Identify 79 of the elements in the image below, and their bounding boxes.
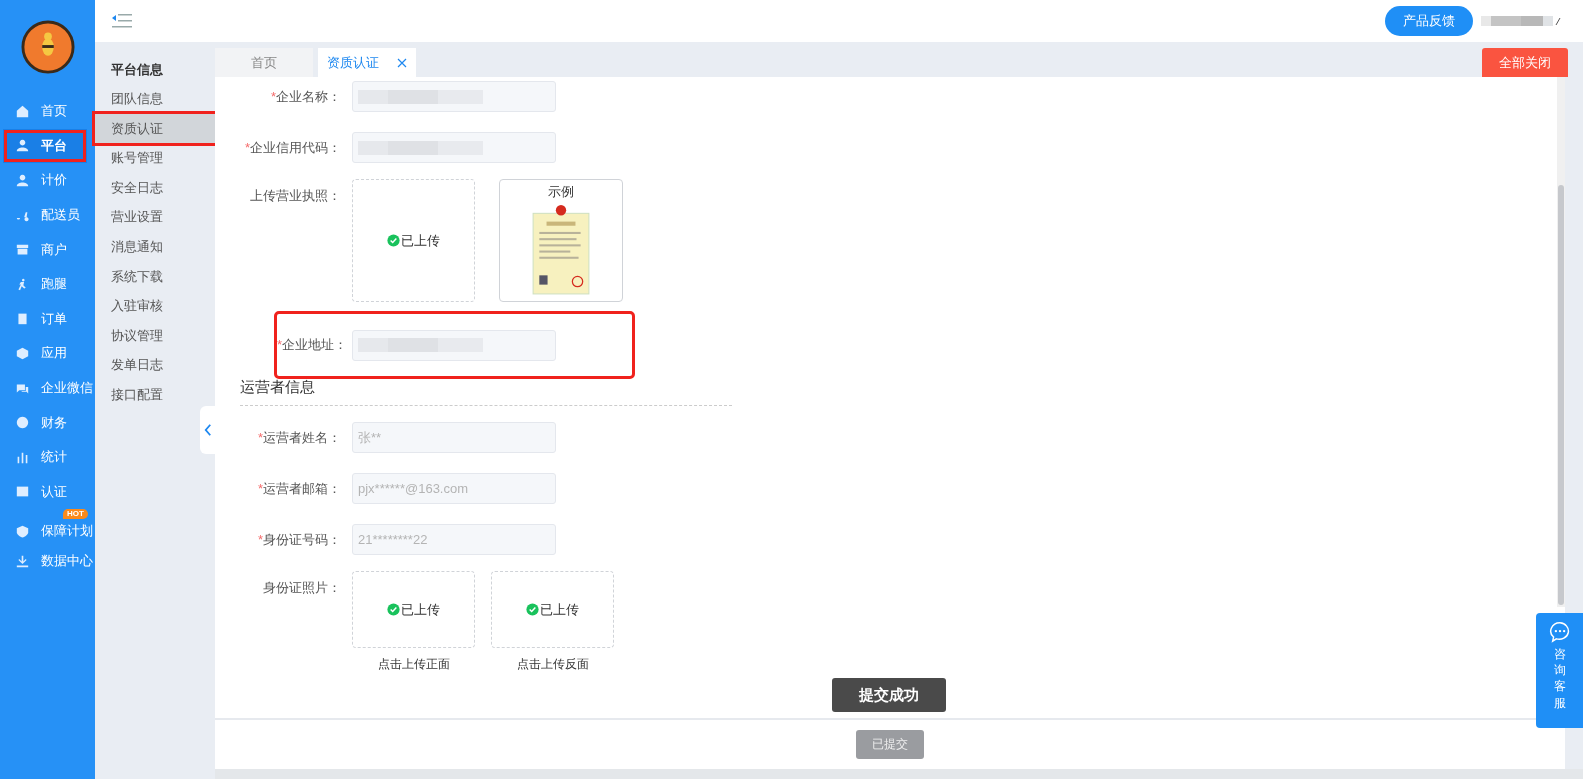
collapse-menu-icon[interactable] bbox=[112, 14, 132, 28]
example-title: 示例 bbox=[548, 183, 574, 201]
sidebar-item[interactable]: 企业微信 bbox=[0, 370, 95, 406]
field-label: 身份证照片： bbox=[263, 580, 341, 595]
download-icon bbox=[16, 554, 29, 568]
submenu-item[interactable]: 接口配置 bbox=[95, 379, 209, 410]
sidebar-item[interactable]: 商户 bbox=[0, 232, 95, 267]
sidebar-item[interactable]: 应用 bbox=[0, 336, 95, 371]
input-field[interactable]: pjx******@163.com bbox=[352, 473, 556, 504]
shield-icon bbox=[16, 524, 29, 538]
field-label: *企业地址： bbox=[277, 337, 348, 352]
field-label: *企业信用代码： bbox=[244, 139, 341, 155]
submenu-item[interactable]: 协议管理 bbox=[95, 320, 209, 351]
input-field[interactable]: 21********22 bbox=[352, 524, 556, 555]
toast-message: 提交成功 bbox=[832, 678, 946, 712]
upload-box[interactable]: 已上传 bbox=[352, 571, 475, 648]
submenu-item[interactable]: 消息通知 bbox=[95, 231, 209, 262]
upload-status: 已上传 bbox=[401, 231, 440, 250]
sidebar-item[interactable]: 财务 bbox=[0, 405, 95, 440]
store-icon bbox=[16, 243, 29, 257]
sidebar-item[interactable]: 认证 bbox=[0, 474, 95, 510]
field-label: *运营者姓名： bbox=[257, 429, 341, 445]
runner-icon bbox=[16, 277, 29, 291]
upload-status: 已上传 bbox=[401, 600, 440, 619]
user-icon bbox=[16, 139, 29, 153]
check-circle-icon bbox=[387, 603, 400, 616]
check-circle-icon bbox=[387, 234, 400, 247]
upload-status: 已上传 bbox=[540, 600, 579, 619]
hot-badge: HOT bbox=[63, 509, 88, 520]
submenu-item[interactable]: 团队信息 bbox=[95, 84, 209, 114]
submenu-item[interactable]: 营业设置 bbox=[95, 202, 209, 232]
logo-icon bbox=[20, 20, 75, 74]
submenu-item[interactable]: 入驻审核 bbox=[95, 291, 209, 321]
check-circle-icon bbox=[526, 603, 539, 616]
input-field[interactable] bbox=[352, 132, 556, 163]
tab[interactable]: 首页 bbox=[215, 48, 313, 77]
clipboard-icon bbox=[16, 312, 29, 326]
chat-bubble-icon bbox=[1548, 621, 1571, 643]
chat-icon bbox=[16, 381, 29, 395]
sidebar-item[interactable]: 订单 bbox=[0, 301, 95, 337]
upload-caption[interactable]: 点击上传反面 bbox=[516, 656, 589, 673]
section-heading: 运营者信息 bbox=[240, 378, 732, 406]
input-field[interactable] bbox=[352, 81, 556, 112]
submenu-item[interactable]: 安全日志 bbox=[95, 172, 209, 203]
sidebar-item[interactable]: 数据中心 bbox=[0, 543, 95, 579]
home-icon bbox=[16, 104, 29, 118]
input-field[interactable] bbox=[352, 329, 556, 361]
field-label: *运营者邮箱： bbox=[257, 480, 341, 496]
submenu-item[interactable]: 资质认证 bbox=[95, 113, 218, 144]
user-icon bbox=[16, 174, 29, 187]
field-label: *企业名称： bbox=[270, 88, 341, 104]
submenu-item[interactable]: 系统下载 bbox=[95, 261, 209, 292]
sidebar-item[interactable]: 首页 bbox=[0, 94, 95, 129]
submenu-item[interactable]: 发单日志 bbox=[95, 350, 209, 380]
feedback-button[interactable]: 产品反馈 bbox=[1385, 6, 1473, 36]
close-all-button[interactable]: 全部关闭 bbox=[1482, 48, 1568, 77]
tab[interactable]: 资质认证 bbox=[318, 48, 416, 77]
field-label: 上传营业执照： bbox=[250, 188, 341, 203]
sidebar-item[interactable]: 计价 bbox=[0, 163, 95, 198]
consult-button[interactable]: 咨询客服 bbox=[1536, 613, 1583, 728]
input-field[interactable]: 张** bbox=[352, 422, 556, 453]
submenu-item[interactable]: 账号管理 bbox=[95, 143, 209, 173]
upload-box[interactable]: 已上传 bbox=[491, 571, 614, 648]
field-label: *身份证号码： bbox=[257, 531, 341, 547]
sidebar-item[interactable]: 保障计划 bbox=[0, 519, 95, 544]
sidebar-item[interactable]: 平台 bbox=[3, 128, 87, 164]
upload-caption[interactable]: 点击上传正面 bbox=[377, 656, 450, 673]
collapse-panel-button[interactable] bbox=[200, 406, 215, 454]
bar-chart-icon bbox=[16, 450, 29, 464]
cube-icon bbox=[16, 346, 29, 360]
id-card-icon bbox=[16, 485, 29, 499]
chevron-left-icon bbox=[203, 424, 212, 436]
submenu-title: 平台信息 bbox=[110, 61, 164, 79]
scrollbar[interactable] bbox=[1557, 77, 1565, 607]
sidebar-item[interactable]: 配送员 bbox=[0, 197, 95, 233]
sidebar-item[interactable]: 统计 bbox=[0, 439, 95, 475]
close-icon[interactable] bbox=[397, 57, 407, 68]
upload-box[interactable]: 已上传 bbox=[352, 179, 475, 302]
sidebar-item[interactable]: 跑腿 bbox=[0, 266, 95, 302]
